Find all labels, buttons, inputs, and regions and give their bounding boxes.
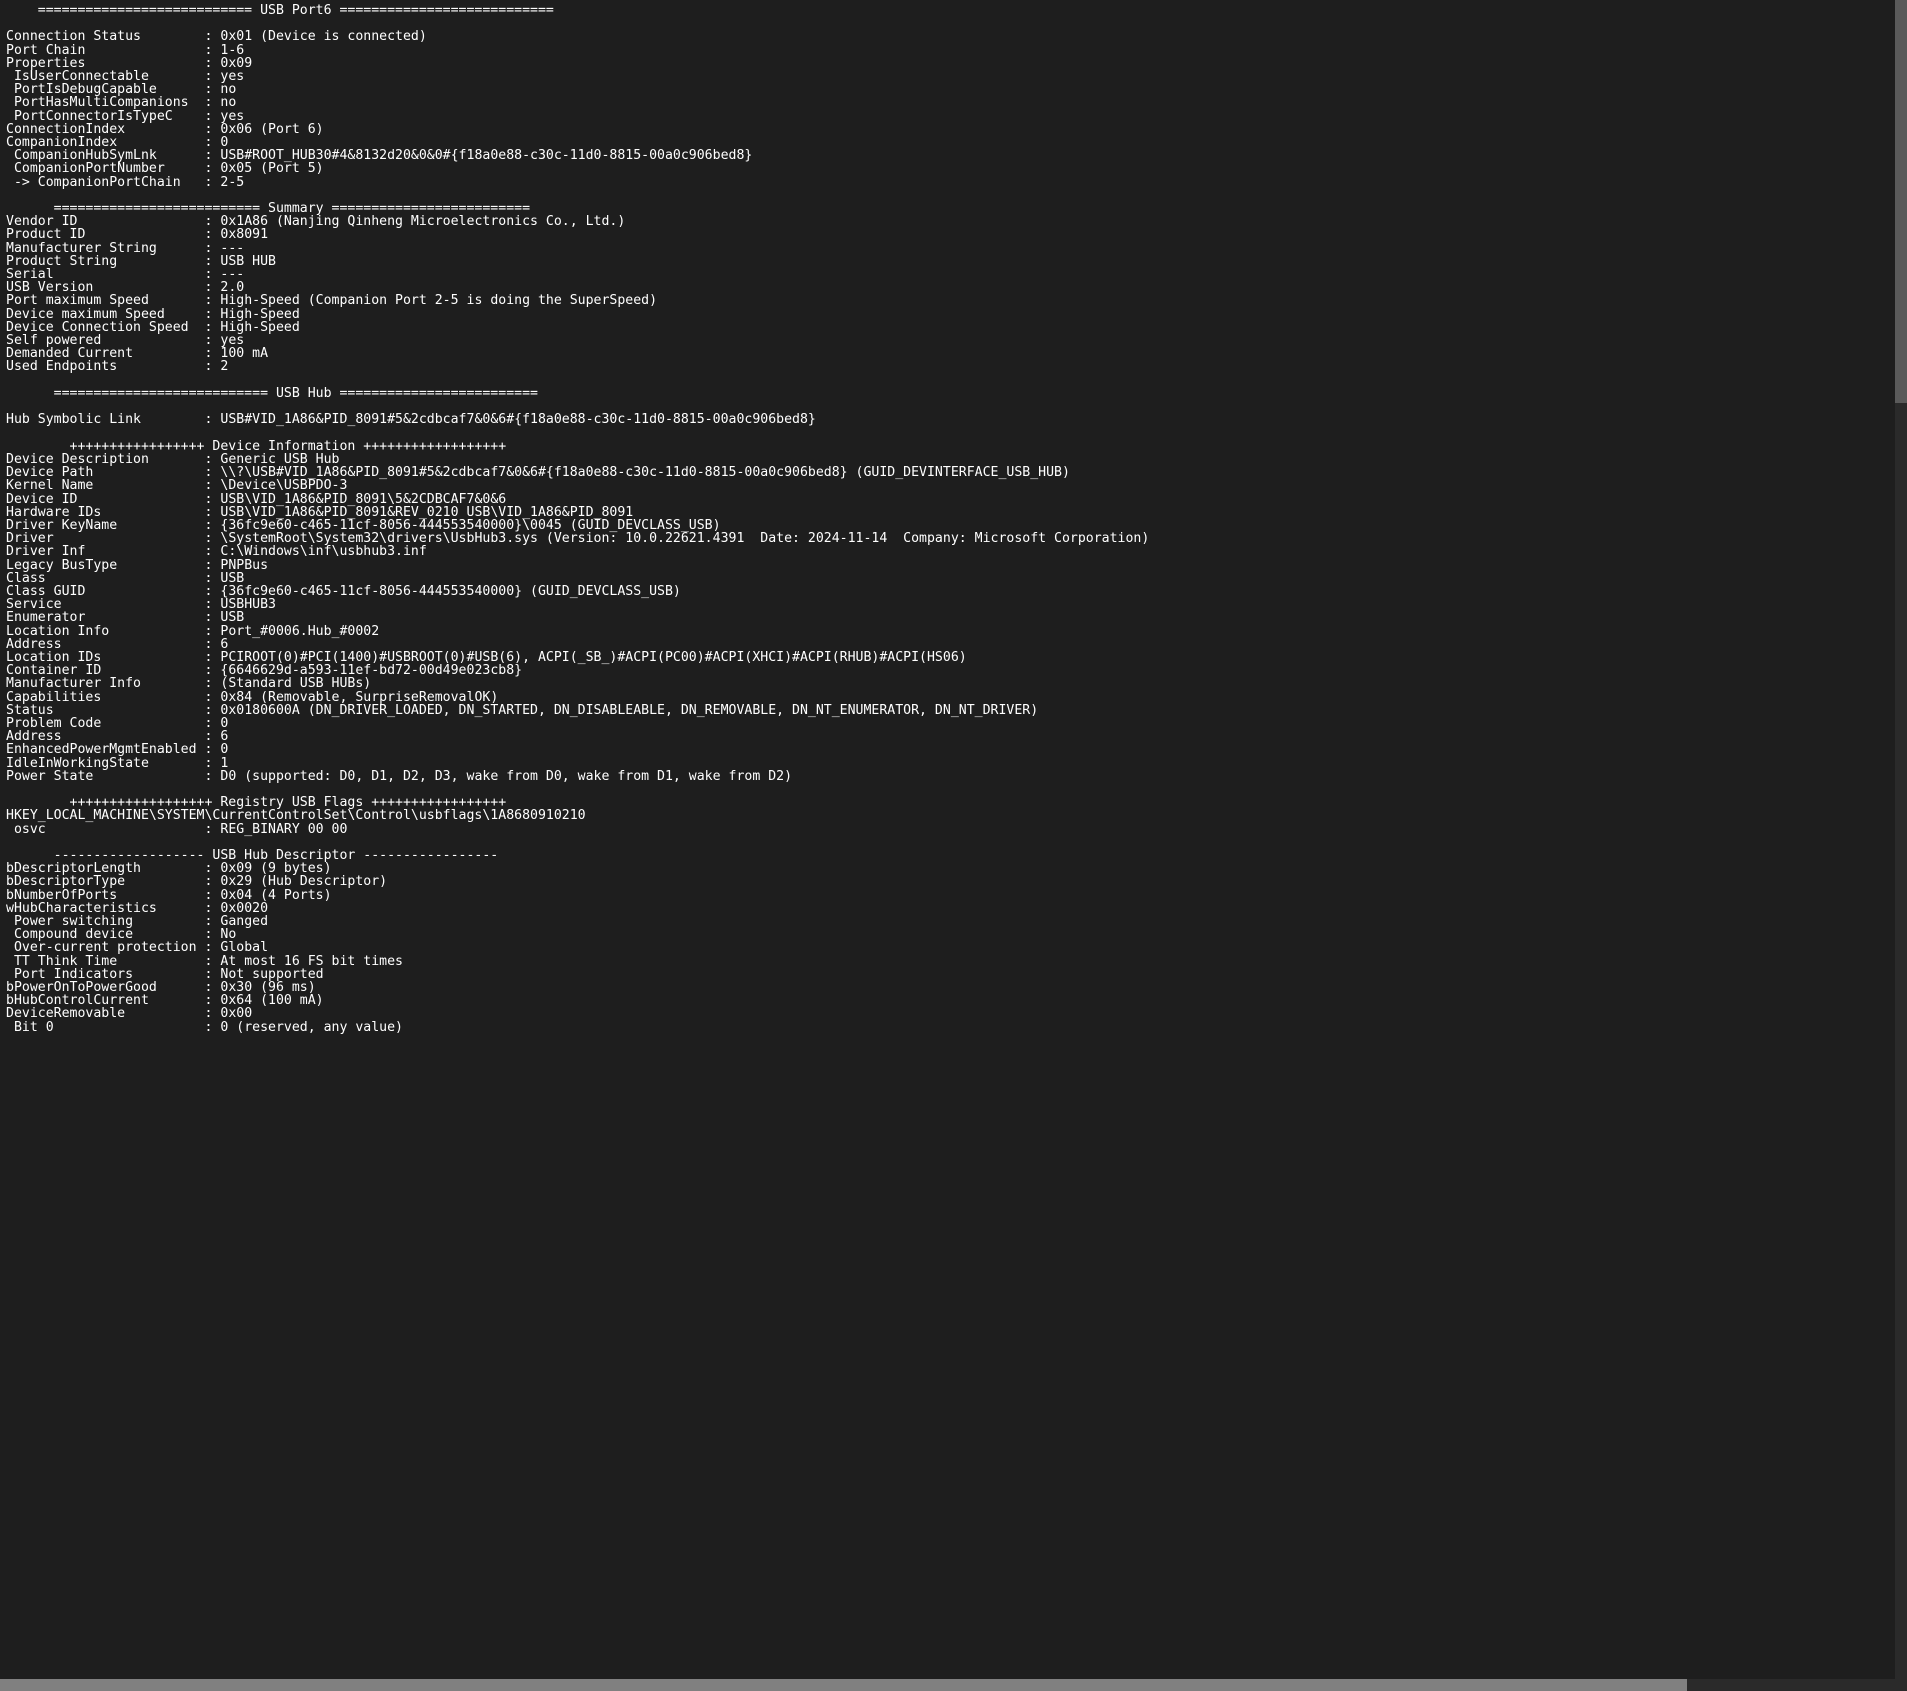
row-hub-symbolic-link: Hub Symbolic Link : USB#VID_1A86&PID_809… — [6, 412, 816, 427]
val: 0x01 (Device is connected) — [220, 29, 426, 44]
scrollbar-corner — [1895, 1679, 1907, 1691]
row-power-state: Power State : D0 (supported: D0, D1, D2,… — [6, 769, 792, 784]
val: 0 (reserved, any value) — [220, 1020, 403, 1035]
val: 0x1A86 (Nanjing Qinheng Microelectronics… — [220, 214, 625, 229]
val: REG_BINARY 00 00 — [220, 822, 347, 837]
val: 0x0180600A (DN_DRIVER_LOADED, DN_STARTED… — [220, 703, 1038, 718]
val: D0 (supported: D0, D1, D2, D3, wake from… — [220, 769, 792, 784]
terminal-viewport: =========================== USB Port6 ==… — [0, 0, 1907, 1691]
horizontal-scrollbar-track[interactable] — [0, 1679, 1895, 1691]
val: 2 — [220, 359, 228, 374]
vertical-scrollbar-track[interactable] — [1895, 0, 1907, 1679]
section-header-usb-hub: =========================== USB Hub ====… — [6, 386, 538, 401]
val: {36fc9e60-c465-11cf-8056-444553540000} (… — [220, 584, 681, 599]
val: 2-5 — [220, 175, 244, 190]
horizontal-scrollbar-thumb[interactable] — [0, 1679, 1687, 1691]
terminal-output: =========================== USB Port6 ==… — [0, 0, 1895, 1040]
val: Port_#0006.Hub_#0002 — [220, 624, 379, 639]
row-companion-port-chain: -> CompanionPortChain : 2-5 — [6, 175, 244, 190]
row-osvc: osvc : REG_BINARY 00 00 — [6, 822, 347, 837]
row-bit0: Bit 0 : 0 (reserved, any value) — [6, 1020, 403, 1035]
row-used-endpoints: Used Endpoints : 2 — [6, 359, 228, 374]
terminal-content: =========================== USB Port6 ==… — [0, 0, 1895, 1679]
val: 0x06 (Port 6) — [220, 122, 323, 137]
val: \\?\USB#VID_1A86&PID_8091#5&2cdbcaf7&0&6… — [220, 465, 1070, 480]
section-header-port6: =========================== USB Port6 ==… — [6, 3, 554, 18]
val: USB#VID_1A86&PID_8091#5&2cdbcaf7&0&6#{f1… — [220, 412, 815, 427]
vertical-scrollbar-thumb[interactable] — [1895, 0, 1907, 403]
